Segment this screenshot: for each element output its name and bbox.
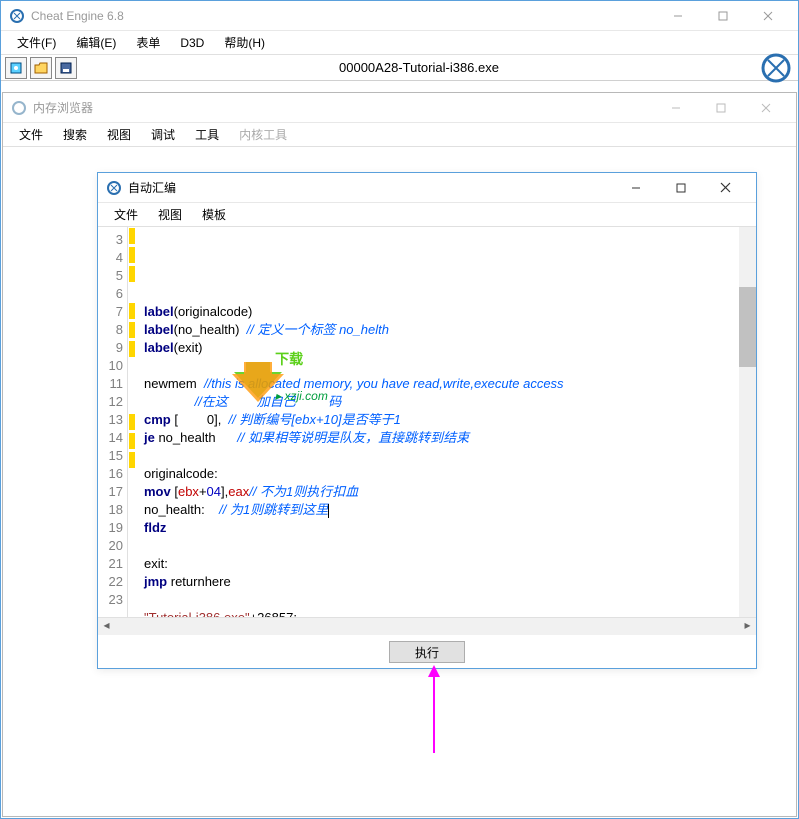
menu-file[interactable]: 文件 (9, 124, 53, 145)
menu-kernel[interactable]: 内核工具 (229, 124, 297, 145)
menu-file[interactable]: 文件 (104, 204, 148, 225)
vertical-scrollbar[interactable] (739, 227, 756, 617)
minimize-button[interactable] (653, 94, 698, 122)
save-button[interactable] (55, 57, 77, 79)
horizontal-scrollbar[interactable]: ◂ ▸ (98, 618, 756, 635)
app-icon (11, 100, 27, 116)
menu-view[interactable]: 视图 (148, 204, 192, 225)
menu-view[interactable]: 视图 (97, 124, 141, 145)
main-title: Cheat Engine 6.8 (31, 9, 655, 23)
minimize-button[interactable] (613, 174, 658, 202)
code-area[interactable]: 下载 ▸ xzji.com label(originalcode)label(n… (136, 227, 739, 617)
maximize-button[interactable] (700, 2, 745, 30)
menu-template[interactable]: 模板 (192, 204, 236, 225)
execute-button[interactable]: 执行 (389, 641, 465, 663)
memv-menubar: 文件 搜索 视图 调试 工具 内核工具 (3, 123, 796, 147)
main-toolbar: 00000A28-Tutorial-i386.exe (1, 55, 798, 81)
ce-logo-icon (758, 50, 794, 86)
menu-table[interactable]: 表单 (126, 32, 170, 53)
minimize-button[interactable] (655, 2, 700, 30)
app-icon (106, 180, 122, 196)
menu-tools[interactable]: 工具 (185, 124, 229, 145)
process-name: 00000A28-Tutorial-i386.exe (80, 60, 758, 75)
code-editor[interactable]: 34567891011121314151617181920212223 下载 ▸… (98, 227, 756, 618)
open-file-button[interactable] (30, 57, 52, 79)
auto-assemble-window: 自动汇编 文件 视图 模板 34567891011121314151617181… (97, 172, 757, 669)
open-process-button[interactable] (5, 57, 27, 79)
maximize-button[interactable] (698, 94, 743, 122)
main-titlebar[interactable]: Cheat Engine 6.8 (1, 1, 798, 31)
memv-titlebar[interactable]: 内存浏览器 (3, 93, 796, 123)
close-button[interactable] (745, 2, 790, 30)
menu-search[interactable]: 搜索 (53, 124, 97, 145)
menu-debug[interactable]: 调试 (141, 124, 185, 145)
memv-title: 内存浏览器 (33, 99, 653, 116)
asm-title: 自动汇编 (128, 179, 613, 196)
watermark-text: 下载 ▸ xzji.com (244, 332, 328, 423)
close-button[interactable] (703, 174, 748, 202)
menu-file[interactable]: 文件(F) (7, 32, 66, 53)
main-menubar: 文件(F) 编辑(E) 表单 D3D 帮助(H) (1, 31, 798, 55)
asm-titlebar[interactable]: 自动汇编 (98, 173, 756, 203)
close-button[interactable] (743, 94, 788, 122)
scroll-right-icon[interactable]: ▸ (739, 618, 756, 635)
line-gutter: 34567891011121314151617181920212223 (98, 227, 128, 617)
asm-menubar: 文件 视图 模板 (98, 203, 756, 227)
app-icon (9, 8, 25, 24)
change-marks (128, 227, 136, 617)
scroll-left-icon[interactable]: ◂ (98, 618, 115, 635)
menu-help[interactable]: 帮助(H) (214, 32, 275, 53)
maximize-button[interactable] (658, 174, 703, 202)
menu-d3d[interactable]: D3D (170, 34, 214, 52)
annotation-arrow-icon (424, 665, 444, 755)
menu-edit[interactable]: 编辑(E) (66, 32, 126, 53)
